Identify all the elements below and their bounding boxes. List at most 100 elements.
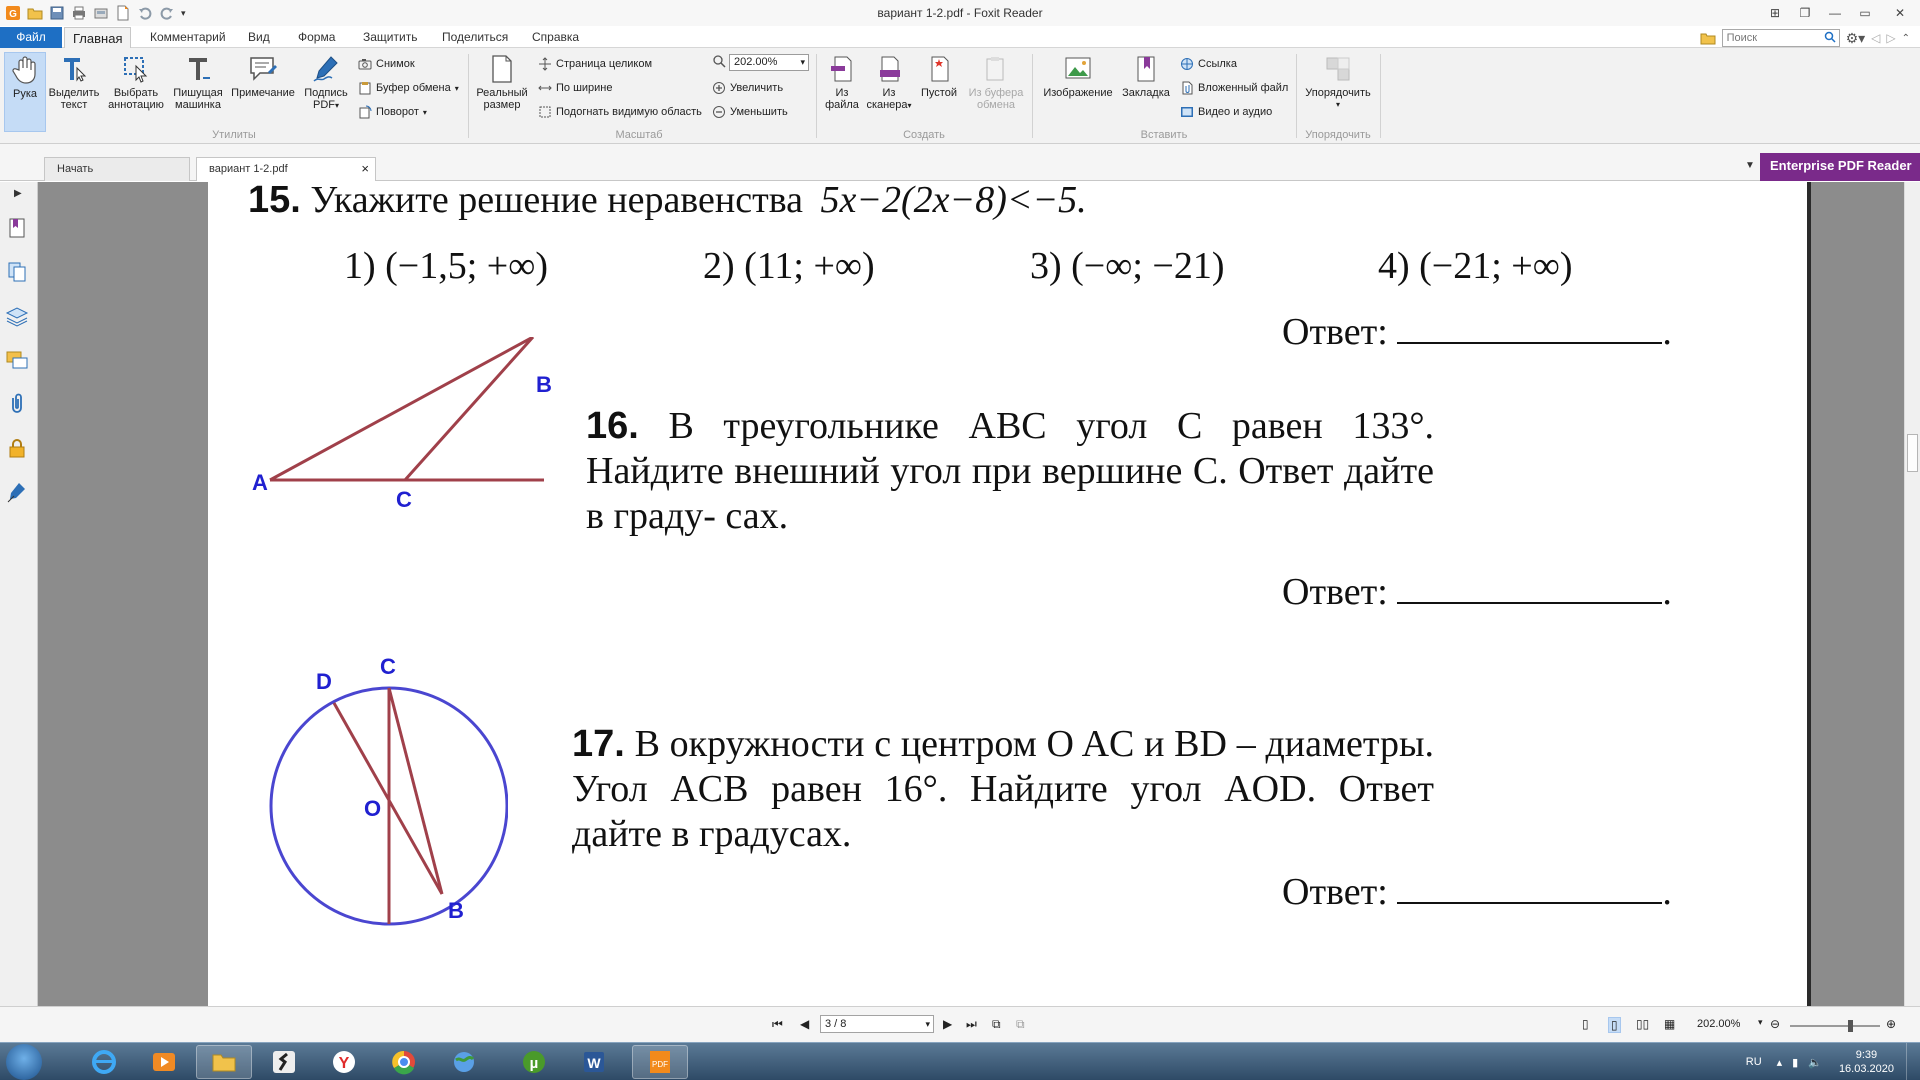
nav-forward-icon[interactable]: ▷ (1886, 31, 1895, 45)
attachments-panel-icon[interactable] (5, 392, 29, 416)
snapshot-button[interactable]: Снимок (358, 54, 415, 74)
zoom-slider-knob[interactable] (1848, 1020, 1853, 1032)
arrange-button[interactable]: Упорядочить ▾ (1302, 52, 1374, 132)
taskbar-foxit-icon[interactable]: PDF (632, 1045, 688, 1079)
vertical-scrollbar[interactable] (1904, 182, 1920, 1006)
taskbar-globe-icon[interactable] (436, 1045, 492, 1079)
taskbar-app-icon[interactable] (256, 1045, 312, 1079)
image-button[interactable]: Изображение (1038, 52, 1118, 132)
redo-icon[interactable] (159, 5, 175, 21)
note-button[interactable]: Примечание (230, 52, 296, 132)
scan-icon[interactable] (93, 5, 109, 21)
taskbar-ie-icon[interactable] (76, 1045, 132, 1079)
qat-customize-icon[interactable]: ▾ (181, 8, 186, 19)
bookmark-button[interactable]: Закладка (1118, 52, 1174, 132)
select-annotation-button[interactable]: Выбрать аннотацию (104, 52, 168, 132)
continuous-facing-view-icon[interactable]: ▦ (1664, 1017, 1675, 1031)
taskbar-yandex-icon[interactable]: Y (316, 1045, 372, 1079)
tab-start[interactable]: Начать (44, 157, 190, 181)
facing-view-icon[interactable]: ▯▯ (1636, 1017, 1649, 1031)
pages-panel-icon[interactable] (5, 260, 29, 284)
taskbar-explorer-icon[interactable] (196, 1045, 252, 1079)
from-clipboard-button[interactable]: Из буфера обмена (964, 52, 1028, 132)
save-icon[interactable] (49, 5, 65, 21)
tab-form[interactable]: Форма (290, 27, 343, 48)
typewriter-button[interactable]: Пишущая машинка (168, 52, 228, 132)
ribbon-toggle-icon[interactable]: ⊞ (1760, 0, 1790, 26)
fit-width-button[interactable]: По ширине (538, 78, 613, 98)
zoom-in-button[interactable]: Увеличить (712, 78, 783, 98)
layers-panel-icon[interactable] (5, 304, 29, 328)
tab-help[interactable]: Справка (524, 27, 587, 48)
tab-view[interactable]: Вид (240, 27, 278, 48)
first-page-icon[interactable]: ⏮ (772, 1017, 783, 1032)
bookmarks-panel-icon[interactable] (5, 216, 29, 240)
restore-panel-icon[interactable]: ❐ (1790, 0, 1820, 26)
tab-file[interactable]: Файл (0, 27, 62, 48)
continuous-view-icon[interactable]: ▯ (1608, 1017, 1621, 1033)
maximize-button[interactable]: ▭ (1850, 0, 1880, 26)
tab-protect[interactable]: Защитить (355, 27, 425, 48)
attached-file-button[interactable]: Вложенный файл (1180, 78, 1288, 98)
language-indicator[interactable]: RU (1736, 1056, 1772, 1068)
fit-visible-button[interactable]: Подогнать видимую область (538, 102, 702, 122)
close-button[interactable]: ✕ (1880, 0, 1920, 26)
new-file-icon[interactable] (115, 5, 131, 21)
open-icon[interactable] (27, 5, 43, 21)
enterprise-banner[interactable]: Enterprise PDF Reader (1760, 153, 1920, 181)
tabs-dropdown-icon[interactable]: ▼ (1745, 160, 1755, 171)
print-icon[interactable] (71, 5, 87, 21)
fit-page-button[interactable]: Страница целиком (538, 54, 652, 74)
network-icon[interactable]: ▮ (1787, 1056, 1803, 1069)
search-input[interactable]: Поиск (1721, 29, 1840, 47)
close-tab-icon[interactable]: × (361, 158, 369, 180)
tab-home[interactable]: Главная (64, 27, 132, 49)
hand-tool-button[interactable]: Рука (4, 52, 46, 132)
rotate-button[interactable]: Поворот ▾ (358, 102, 427, 122)
zoom-in-status-icon[interactable]: ⊕ (1886, 1017, 1896, 1031)
comments-panel-icon[interactable] (5, 348, 29, 372)
single-page-view-icon[interactable]: ▯ (1582, 1017, 1589, 1031)
page-number-input[interactable]: 3 / 8 ▾ (820, 1015, 934, 1033)
actual-size-button[interactable]: Реальный размер (474, 52, 530, 132)
status-zoom-value[interactable]: 202.00% (1697, 1018, 1740, 1030)
video-audio-button[interactable]: Видео и аудио (1180, 102, 1272, 122)
select-text-button[interactable]: Выделить текст (46, 52, 102, 132)
expand-panel-icon[interactable]: ▶ (14, 188, 22, 199)
zoom-out-button[interactable]: Уменьшить (712, 102, 788, 122)
link-button[interactable]: Ссылка (1180, 54, 1237, 74)
show-desktop-button[interactable] (1906, 1043, 1920, 1080)
taskbar-utorrent-icon[interactable]: µ (506, 1045, 562, 1079)
security-lock-icon[interactable] (5, 436, 29, 460)
last-page-icon[interactable]: ⏭ (966, 1017, 977, 1032)
taskbar-media-icon[interactable] (136, 1045, 192, 1079)
tray-expand-icon[interactable]: ▴ (1772, 1056, 1788, 1069)
nav-back-icon[interactable]: ◁ (1871, 31, 1880, 45)
tab-share[interactable]: Поделиться (434, 27, 516, 48)
scrollbar-thumb[interactable] (1907, 434, 1918, 472)
volume-icon[interactable]: 🔈 (1803, 1056, 1827, 1069)
start-button[interactable] (6, 1044, 42, 1080)
search-icon[interactable] (1824, 31, 1836, 43)
from-scanner-button[interactable]: Из сканера▾ (864, 52, 914, 132)
sign-pdf-button[interactable]: Подпись PDF▾ (298, 52, 354, 132)
tab-comment[interactable]: Комментарий (142, 27, 234, 48)
taskbar-chrome-icon[interactable] (376, 1045, 432, 1079)
blank-page-button[interactable]: Пустой (914, 52, 964, 132)
minimize-button[interactable]: — (1820, 0, 1850, 26)
zoom-select[interactable]: 202.00% ▾ (729, 54, 809, 71)
taskbar-word-icon[interactable]: W (566, 1045, 622, 1079)
next-page-icon[interactable]: ▶ (943, 1017, 952, 1031)
signatures-panel-icon[interactable] (5, 480, 29, 504)
undo-icon[interactable] (137, 5, 153, 21)
document-view[interactable]: 15. Укажите решение неравенства 5x−2(2x−… (38, 182, 1904, 1006)
previous-view-icon[interactable]: ⧉ (992, 1017, 1001, 1032)
zoom-status-dropdown-icon[interactable]: ▾ (1758, 1017, 1763, 1028)
settings-gear-icon[interactable]: ⚙▾ (1846, 30, 1866, 47)
tab-document[interactable]: вариант 1-2.pdf × (196, 157, 376, 181)
clipboard-button[interactable]: Буфер обмена ▾ (358, 78, 459, 98)
zoom-slider[interactable] (1790, 1020, 1880, 1032)
from-file-button[interactable]: Из файла (820, 52, 864, 132)
ribbon-collapse-icon[interactable]: ⌃ (1902, 33, 1910, 44)
find-folder-icon[interactable] (1700, 30, 1716, 46)
